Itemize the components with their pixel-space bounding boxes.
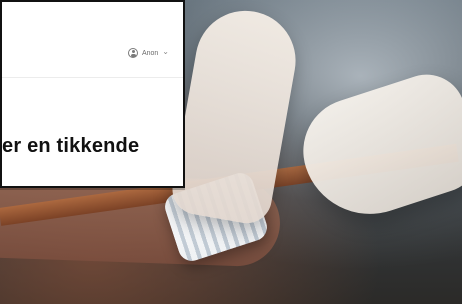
chevron-down-icon: ⌄ [162,47,169,56]
headline-text: er en tikkende [2,135,140,157]
user-menu[interactable]: Anon ⌄ [127,47,169,58]
user-icon [127,48,138,58]
gloved-hand-right [289,64,462,232]
gloved-hand-left [168,2,304,228]
user-name: Anon [141,49,159,57]
article-overlay-card: Anon ⌄ er en tikkende [0,0,185,188]
